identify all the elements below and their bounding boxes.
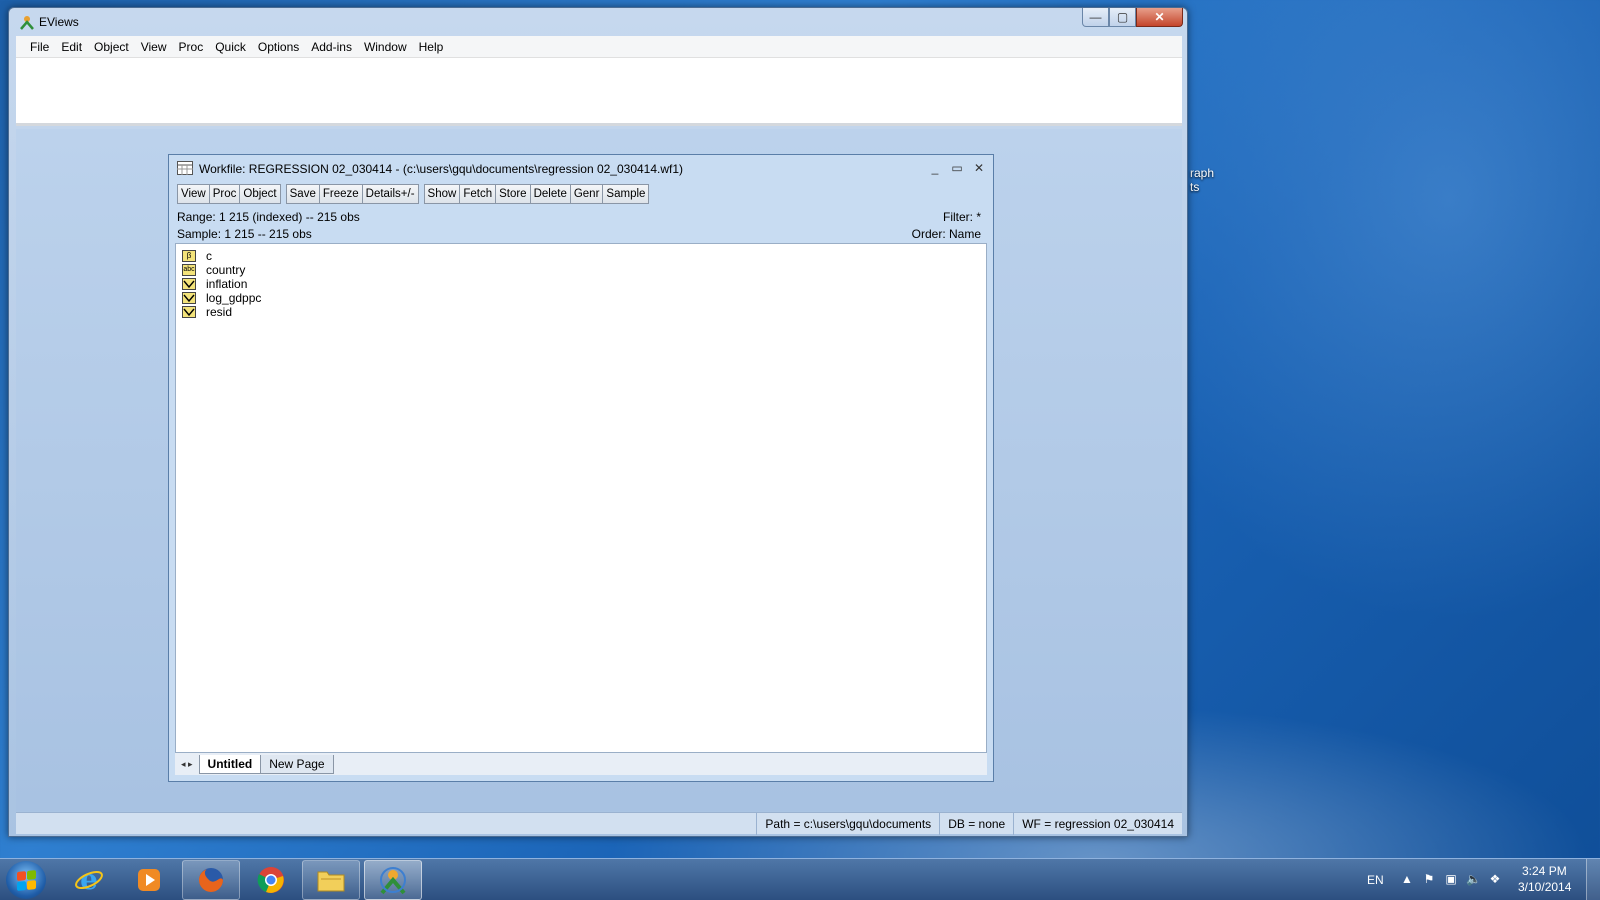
wf-genr-button[interactable]: Genr [570, 184, 604, 204]
tab-new-page[interactable]: New Page [260, 754, 334, 774]
eviews-app-icon [19, 14, 35, 30]
workfile-object-list[interactable]: β c abc country inflation log_gdppc resi… [175, 243, 987, 753]
coef-icon: β [182, 250, 196, 262]
workfile-toolbar: View Proc Object Save Freeze Details+/- … [177, 183, 993, 205]
alpha-icon: abc [182, 264, 196, 276]
workfile-info: Range: 1 215 (indexed) -- 215 obs Sample… [177, 208, 985, 244]
object-name: inflation [206, 277, 248, 291]
wf-details-button[interactable]: Details+/- [362, 184, 419, 204]
menu-options[interactable]: Options [252, 38, 305, 56]
wf-close-button[interactable]: ✕ [973, 161, 985, 175]
series-icon [182, 278, 196, 290]
wf-fetch-button[interactable]: Fetch [460, 184, 497, 204]
menu-file[interactable]: File [24, 38, 55, 56]
workfile-titlebar[interactable]: Workfile: REGRESSION 02_030414 - (c:\use… [169, 155, 993, 183]
show-hidden-icons-icon[interactable]: ▲ [1400, 872, 1414, 886]
wf-proc-button[interactable]: Proc [209, 184, 241, 204]
menu-help[interactable]: Help [413, 38, 450, 56]
object-name: country [206, 263, 246, 277]
tab-scroll-arrows-icon[interactable]: ◂ ▸ [175, 759, 199, 770]
order-label[interactable]: Order: Name [912, 227, 981, 241]
filter-label[interactable]: Filter: * [943, 210, 981, 224]
page-tabs: ◂ ▸ Untitled New Page [175, 753, 987, 775]
internet-explorer-taskbar-icon[interactable]: e [60, 860, 118, 900]
wf-save-button[interactable]: Save [285, 184, 320, 204]
firefox-taskbar-icon[interactable] [182, 860, 240, 900]
language-indicator[interactable]: EN [1367, 873, 1384, 887]
minimize-button[interactable]: — [1082, 8, 1109, 27]
clock-date[interactable]: 3/10/2014 [1518, 880, 1571, 894]
menu-edit[interactable]: Edit [55, 38, 88, 56]
svg-text:e: e [80, 865, 98, 895]
status-path: Path = c:\users\gqu\documents [756, 812, 939, 835]
menu-object[interactable]: Object [88, 38, 135, 56]
wf-maximize-button[interactable]: ▭ [951, 161, 963, 175]
menu-view[interactable]: View [135, 38, 173, 56]
list-item[interactable]: abc country [182, 263, 986, 277]
tab-untitled[interactable]: Untitled [198, 754, 262, 774]
status-wf: WF = regression 02_030414 [1013, 812, 1182, 835]
workfile-window-controls: _ ▭ ✕ [929, 161, 985, 175]
dropbox-icon[interactable]: ❖ [1488, 872, 1502, 886]
list-item[interactable]: resid [182, 305, 986, 319]
chrome-taskbar-icon[interactable] [242, 860, 300, 900]
eviews-taskbar-icon[interactable] [364, 860, 422, 900]
menu-window[interactable]: Window [358, 38, 413, 56]
object-name: resid [206, 305, 233, 319]
wf-object-button[interactable]: Object [240, 184, 281, 204]
desktop-icon-label[interactable]: raph ts [1190, 166, 1214, 194]
taskbar: e EN ▲ ⚑ ▣ 🔈 ❖ 3:24 PM 3/10/2014 [0, 858, 1600, 900]
list-item[interactable]: β c [182, 249, 986, 263]
media-player-taskbar-icon[interactable] [120, 860, 178, 900]
status-bar: Path = c:\users\gqu\documents DB = none … [16, 812, 1182, 835]
network-icon[interactable]: ▣ [1444, 872, 1458, 886]
wf-sample-button[interactable]: Sample [603, 184, 650, 204]
object-name: log_gdppc [206, 291, 262, 305]
wf-freeze-button[interactable]: Freeze [319, 184, 363, 204]
wf-show-button[interactable]: Show [423, 184, 461, 204]
show-desktop-button[interactable] [1586, 859, 1600, 900]
range-label[interactable]: Range: 1 215 (indexed) -- 215 obs [177, 210, 360, 224]
maximize-button[interactable]: ▢ [1109, 8, 1136, 27]
wf-minimize-button[interactable]: _ [929, 161, 941, 175]
workfile-icon [177, 160, 193, 178]
wf-view-button[interactable]: View [177, 184, 210, 204]
wf-store-button[interactable]: Store [496, 184, 531, 204]
main-window-title: EViews [39, 14, 79, 29]
workfile-title: Workfile: REGRESSION 02_030414 - (c:\use… [199, 162, 684, 176]
series-icon [182, 306, 196, 318]
menu-add-ins[interactable]: Add-ins [305, 38, 358, 56]
workfile-window: Workfile: REGRESSION 02_030414 - (c:\use… [168, 154, 994, 782]
list-item[interactable]: log_gdppc [182, 291, 986, 305]
windows-logo-icon [16, 869, 36, 891]
volume-icon[interactable]: 🔈 [1466, 872, 1481, 886]
menu-quick[interactable]: Quick [209, 38, 252, 56]
list-item[interactable]: inflation [182, 277, 986, 291]
menu-bar: File Edit Object View Proc Quick Options… [16, 36, 1182, 58]
action-center-flag-icon[interactable]: ⚑ [1422, 872, 1436, 886]
clock-time[interactable]: 3:24 PM [1522, 864, 1567, 878]
start-button[interactable] [6, 861, 46, 899]
window-controls: — ▢ ✕ [1082, 8, 1183, 27]
series-icon [182, 292, 196, 304]
menu-proc[interactable]: Proc [173, 38, 210, 56]
close-button[interactable]: ✕ [1136, 8, 1183, 27]
object-name: c [206, 249, 212, 263]
file-explorer-taskbar-icon[interactable] [302, 860, 360, 900]
status-db: DB = none [939, 812, 1013, 835]
wf-delete-button[interactable]: Delete [530, 184, 571, 204]
sample-label[interactable]: Sample: 1 215 -- 215 obs [177, 227, 312, 241]
main-titlebar[interactable]: EViews — ▢ ✕ [9, 8, 1187, 35]
command-window[interactable] [16, 58, 1182, 126]
